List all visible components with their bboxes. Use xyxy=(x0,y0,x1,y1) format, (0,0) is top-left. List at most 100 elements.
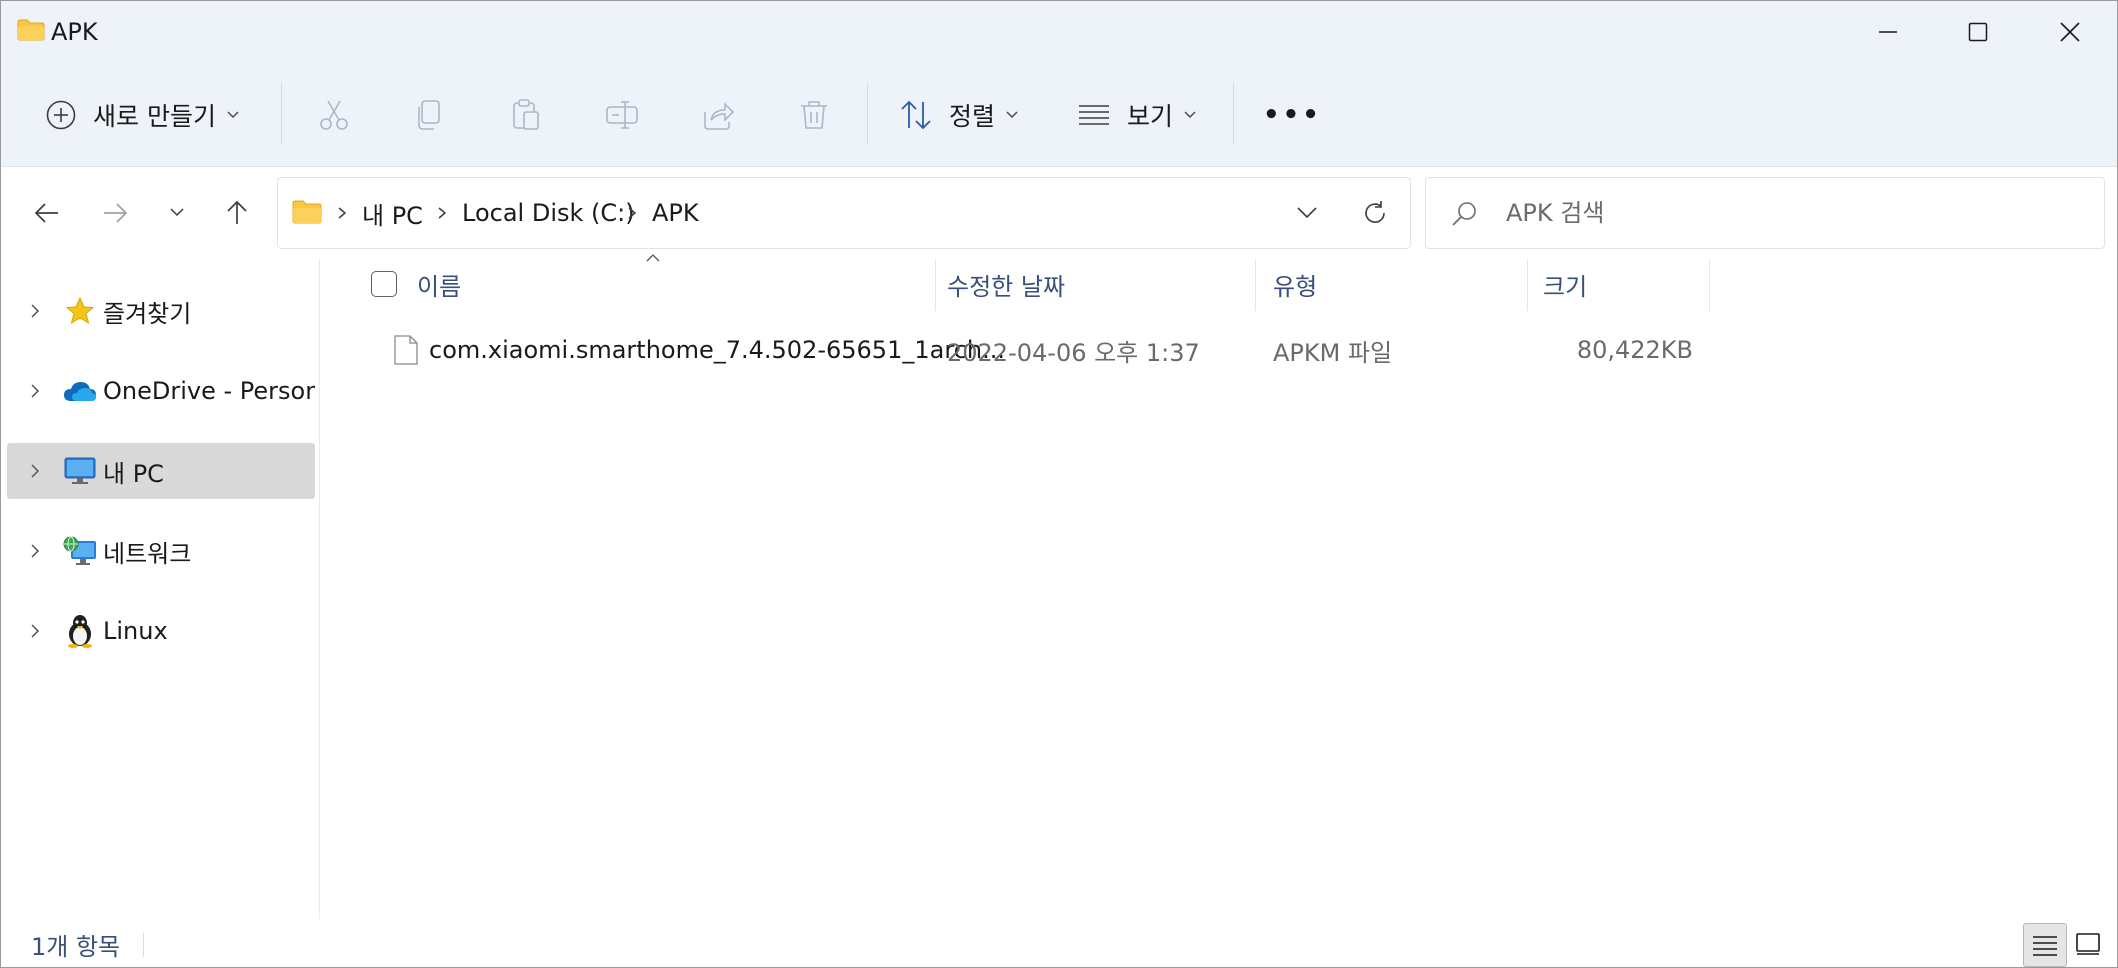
file-type: APKM 파일 xyxy=(1273,338,1393,367)
chevron-right-icon xyxy=(338,207,347,219)
column-header-size[interactable]: 크기 xyxy=(1543,259,1587,309)
view-button-label: 보기 xyxy=(1127,101,1174,131)
delete-button[interactable] xyxy=(797,63,831,166)
copy-button[interactable] xyxy=(413,63,447,166)
sidebar-item-label: 즐겨찾기 xyxy=(103,299,192,328)
network-icon xyxy=(63,534,97,568)
sort-ascending-icon xyxy=(646,254,660,262)
file-size: 80,422KB xyxy=(1576,336,1693,364)
breadcrumb-item-apk[interactable]: APK xyxy=(652,178,699,248)
details-view-button[interactable] xyxy=(2023,923,2067,967)
recent-locations-button[interactable] xyxy=(155,191,199,235)
toolbar-divider xyxy=(1233,83,1234,145)
tiles-view-button[interactable] xyxy=(2067,923,2109,965)
status-bar: 1개 항목 xyxy=(1,919,2117,967)
more-options-button[interactable]: ••• xyxy=(1263,63,1322,166)
column-divider[interactable] xyxy=(1255,259,1256,311)
minimize-button[interactable] xyxy=(1843,1,1933,63)
rename-icon xyxy=(606,100,638,129)
select-all-checkbox[interactable] xyxy=(371,271,397,297)
status-divider xyxy=(143,933,144,957)
sidebar-item-network[interactable]: 네트워크 xyxy=(7,523,315,579)
toolbar-divider xyxy=(867,83,868,145)
arrow-left-icon xyxy=(34,203,58,223)
expand-button[interactable] xyxy=(7,383,63,399)
column-header-modified[interactable]: 수정한 날짜 xyxy=(947,259,1065,309)
details-view-icon xyxy=(2033,936,2057,956)
chevron-right-icon xyxy=(31,624,40,638)
sidebar-item-this-pc[interactable]: 내 PC xyxy=(7,443,315,499)
window-title: APK xyxy=(51,18,98,46)
file-list: 이름 수정한 날짜 유형 크기 com.xiaomi.smarthome_7.4… xyxy=(321,254,2117,919)
refresh-button[interactable] xyxy=(1362,178,1388,248)
paste-button[interactable] xyxy=(509,63,543,166)
search-box[interactable] xyxy=(1425,177,2105,249)
expand-button[interactable] xyxy=(7,623,63,639)
command-bar: 새로 만들기 정렬 보기 ••• xyxy=(1,63,2117,167)
expand-button[interactable] xyxy=(7,303,63,319)
breadcrumb-separator[interactable] xyxy=(436,178,448,248)
search-input[interactable] xyxy=(1504,192,2068,234)
address-bar[interactable]: 내 PC Local Disk (C:) APK xyxy=(277,177,1411,249)
cut-button[interactable] xyxy=(317,63,351,166)
arrow-up-icon xyxy=(227,200,247,224)
chevron-down-icon xyxy=(227,111,239,118)
tiles-view-icon xyxy=(2076,933,2100,955)
penguin-icon xyxy=(63,614,97,648)
column-header-name[interactable]: 이름 xyxy=(417,259,461,309)
breadcrumb-separator[interactable] xyxy=(626,178,638,248)
cut-icon xyxy=(320,100,348,130)
sort-button-label: 정렬 xyxy=(949,101,996,131)
view-icon xyxy=(1079,104,1109,125)
file-explorer-window: APK 새로 만들기 정렬 보기 ••• 내 PC Local Disk (C:… xyxy=(0,0,2118,968)
chevron-right-icon xyxy=(438,207,447,219)
sidebar-item-onedrive[interactable]: OneDrive - Persona xyxy=(7,363,315,419)
refresh-icon xyxy=(1365,201,1385,223)
paste-icon xyxy=(513,98,539,130)
view-button[interactable]: 보기 xyxy=(1077,63,1197,166)
chevron-down-icon xyxy=(1184,111,1196,118)
share-button[interactable] xyxy=(701,63,735,166)
sidebar-item-favorites[interactable]: 즐겨찾기 xyxy=(7,283,315,339)
forward-button[interactable] xyxy=(93,191,137,235)
column-divider[interactable] xyxy=(1527,259,1528,311)
up-button[interactable] xyxy=(215,191,259,235)
file-modified-date: 2022-04-06 오후 1:37 xyxy=(947,338,1200,367)
sort-button[interactable]: 정렬 xyxy=(899,63,1019,166)
maximize-button[interactable] xyxy=(1933,1,2023,63)
maximize-icon xyxy=(1968,22,1988,42)
folder-icon xyxy=(292,200,322,224)
chevron-right-icon xyxy=(31,384,40,398)
new-button-label: 새로 만들기 xyxy=(93,101,216,131)
back-button[interactable] xyxy=(25,191,69,235)
sidebar-item-label: 내 PC xyxy=(103,459,164,488)
chevron-right-icon xyxy=(31,544,40,558)
breadcrumb-item-this-pc[interactable]: 내 PC xyxy=(362,178,423,248)
chevron-down-icon xyxy=(1297,207,1317,219)
column-header-type[interactable]: 유형 xyxy=(1273,259,1317,309)
folder-icon xyxy=(17,19,45,41)
file-name[interactable]: com.xiaomi.smarthome_7.4.502-65651_1arch… xyxy=(429,325,1005,375)
share-icon xyxy=(704,101,735,130)
expand-button[interactable] xyxy=(7,543,63,559)
minimize-icon xyxy=(1879,31,1897,33)
toolbar-divider xyxy=(281,83,282,145)
new-button[interactable]: 새로 만들기 xyxy=(45,63,240,166)
breadcrumb-separator[interactable] xyxy=(336,178,348,248)
breadcrumb-item-local-disk[interactable]: Local Disk (C:) xyxy=(462,178,635,248)
chevron-down-icon xyxy=(170,208,184,217)
sidebar-item-label: Linux xyxy=(103,617,168,645)
rename-button[interactable] xyxy=(605,63,639,166)
close-button[interactable] xyxy=(2025,1,2115,63)
address-history-button[interactable] xyxy=(1296,178,1318,248)
item-count: 1개 항목 xyxy=(31,933,121,961)
table-row[interactable]: com.xiaomi.smarthome_7.4.502-65651_1arch… xyxy=(321,325,1761,375)
column-divider[interactable] xyxy=(935,259,936,311)
column-divider[interactable] xyxy=(1709,259,1710,311)
monitor-icon xyxy=(63,454,97,488)
close-icon xyxy=(2060,22,2080,42)
navigation-pane: 즐겨찾기 OneDrive - Persona 내 PC 네트워크 Linux xyxy=(1,259,320,919)
chevron-right-icon xyxy=(31,304,40,318)
expand-button[interactable] xyxy=(7,463,63,479)
sidebar-item-linux[interactable]: Linux xyxy=(7,603,315,659)
